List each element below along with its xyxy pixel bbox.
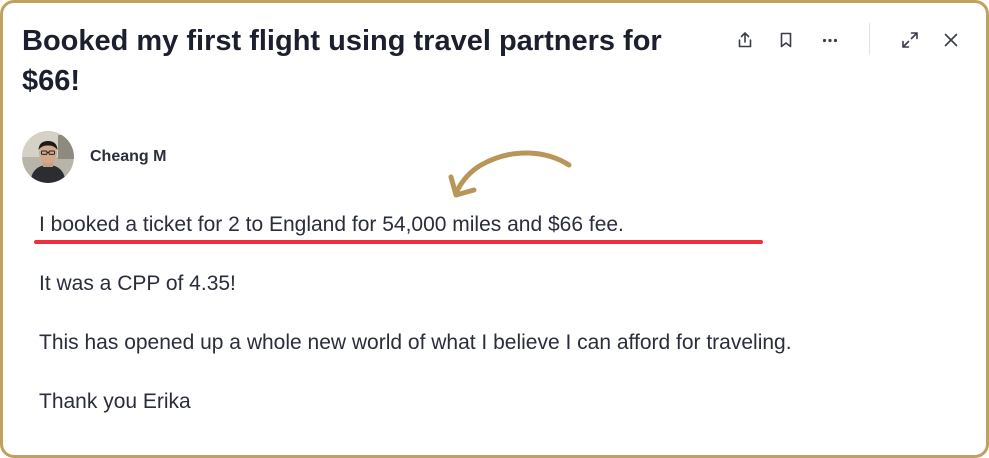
more-icon	[822, 38, 838, 43]
share-icon	[738, 32, 752, 48]
toolbar-divider	[869, 23, 870, 55]
post-body-line: Thank you Erika	[39, 390, 191, 413]
post-body-line: It was a CPP of 4.35!	[39, 272, 236, 295]
close-button[interactable]	[936, 25, 966, 55]
close-icon	[944, 33, 958, 47]
author-name[interactable]: Cheang M	[90, 148, 166, 166]
post-body-line: This has opened up a whole new world of …	[39, 331, 792, 354]
post-card: Booked my first flight using travel part…	[0, 0, 989, 458]
more-options-button[interactable]	[815, 25, 845, 55]
expand-button[interactable]	[895, 25, 925, 55]
post-title: Booked my first flight using travel part…	[22, 25, 662, 97]
post-body-line: I booked a ticket for 2 to England for 5…	[39, 213, 624, 236]
share-button[interactable]	[730, 25, 760, 55]
avatar[interactable]	[22, 131, 74, 183]
annotation-arrow	[448, 150, 572, 198]
bookmark-button[interactable]	[771, 25, 801, 55]
bookmark-icon	[780, 32, 792, 48]
highlight-underline	[34, 240, 763, 244]
post-author: Cheang M	[22, 131, 166, 183]
expand-icon	[902, 32, 918, 48]
